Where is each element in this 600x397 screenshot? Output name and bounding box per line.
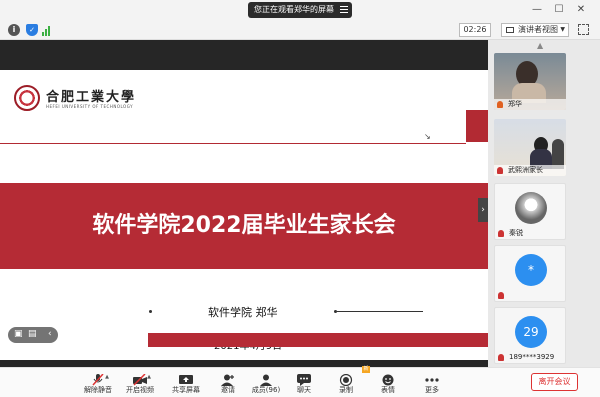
participant-tile[interactable]: * — [494, 245, 566, 302]
participant-tile[interactable]: 29 189****3929 — [494, 307, 566, 364]
university-logo-english: HEFEI UNIVERSITY OF TECHNOLOGY — [46, 104, 134, 109]
decorative-red-tab — [466, 110, 488, 142]
mic-muted-icon — [498, 230, 504, 237]
close-button[interactable]: ✕ — [574, 3, 588, 17]
emoji-icon — [381, 371, 395, 386]
participant-name: 武熙洲家长 — [508, 166, 543, 174]
share-screen-label: 共享屏幕 — [172, 386, 200, 394]
record-button[interactable]: 录制 — [326, 371, 366, 397]
chevron-up-icon[interactable]: ▲ — [147, 374, 151, 380]
participant-tile[interactable]: 武熙洲家长 — [494, 119, 566, 176]
unmute-button[interactable]: ▲ 解除静音 — [78, 371, 118, 397]
presentation-slide: 合肥工業大學 HEFEI UNIVERSITY OF TECHNOLOGY ↘ … — [0, 40, 488, 367]
more-label: 更多 — [425, 386, 439, 394]
chevron-up-icon[interactable]: ▲ — [537, 41, 543, 50]
invite-button[interactable]: 邀请 — [208, 371, 248, 397]
signal-icon[interactable] — [42, 24, 54, 36]
slide-grid-icon[interactable]: ▤ — [28, 329, 37, 339]
mic-icon — [497, 101, 503, 108]
chat-button[interactable]: 聊天 — [284, 371, 324, 397]
decorative-red-bar — [148, 333, 488, 347]
reactions-label: 表情 — [381, 386, 395, 394]
chat-icon — [297, 371, 311, 386]
mic-muted-icon — [498, 292, 504, 299]
avatar: * — [515, 254, 547, 286]
add-user-icon — [221, 371, 235, 386]
reactions-button[interactable]: 表情 — [368, 371, 408, 397]
share-screen-icon — [179, 371, 193, 384]
meeting-toolbar: i ✓ 02:26 演讲者视图 ▼ — [0, 20, 600, 40]
panel-collapse-button[interactable]: › — [478, 198, 488, 222]
minimize-button[interactable]: — — [530, 3, 544, 17]
members-button[interactable]: 成员(96) — [246, 371, 286, 397]
chevron-up-icon[interactable]: ▲ — [105, 374, 109, 380]
screen-share-notice[interactable]: 您正在观看郑华的屏幕 — [248, 2, 352, 18]
menu-icon[interactable] — [340, 6, 348, 14]
invite-label: 邀请 — [221, 386, 235, 394]
mic-muted-icon — [497, 167, 503, 174]
slide-prev-button[interactable]: ‹ — [48, 329, 52, 339]
mic-muted-icon: ▲ — [91, 371, 109, 386]
slide-thumbnail-icon[interactable]: ▣ — [14, 329, 23, 339]
record-icon — [339, 371, 353, 387]
fullscreen-icon[interactable] — [578, 24, 589, 35]
chevron-down-icon: ▼ — [560, 26, 565, 33]
speaker-view-button[interactable]: 演讲者视图 ▼ — [501, 23, 569, 37]
start-video-label: 开启视频 — [126, 386, 154, 394]
title-bar: 您正在观看郑华的屏幕 — ☐ ✕ — [0, 0, 600, 20]
participant-name: 189****3929 — [509, 353, 555, 361]
grid-icon — [506, 27, 514, 33]
participant-name: 秦锐 — [509, 229, 523, 237]
participant-name: 郑华 — [508, 100, 522, 108]
avatar: 29 — [515, 316, 547, 348]
record-label: 录制 — [339, 386, 353, 394]
leave-meeting-button[interactable]: 离开会议 — [531, 373, 578, 391]
start-video-button[interactable]: ▲ 开启视频 — [120, 371, 160, 397]
members-label: 成员(96) — [251, 386, 281, 394]
cursor-icon: ↘ — [424, 132, 431, 141]
mic-muted-icon — [498, 354, 504, 361]
members-icon — [259, 371, 273, 386]
meeting-controls: ▲ 解除静音 ▲ 开启视频 共享屏幕 邀请 成员(96) 聊天 录制 表情 更多 — [0, 367, 600, 397]
info-icon[interactable]: i — [8, 24, 20, 36]
more-icon — [425, 371, 439, 383]
participant-tile[interactable]: 郑华 — [494, 53, 566, 110]
unmute-label: 解除静音 — [84, 386, 112, 394]
divider — [334, 310, 423, 313]
maximize-button[interactable]: ☐ — [552, 3, 566, 17]
speaker-view-label: 演讲者视图 — [518, 25, 558, 34]
university-logo-text: 合肥工業大學 — [46, 90, 137, 105]
bullet-dot — [149, 310, 152, 313]
divider — [0, 143, 466, 144]
slide-presenter: 软件学院 郑华 — [208, 306, 278, 319]
share-screen-button[interactable]: 共享屏幕 — [166, 371, 206, 397]
record-new-badge: 新 — [362, 366, 370, 373]
university-seal-icon — [14, 85, 40, 111]
more-button[interactable]: 更多 — [412, 371, 452, 397]
shield-icon[interactable]: ✓ — [26, 24, 38, 36]
chat-label: 聊天 — [297, 386, 311, 394]
participant-tile[interactable]: 秦锐 — [494, 183, 566, 240]
slide-page-controls[interactable]: ▣ ▤ ‹ — [8, 327, 58, 343]
slide-title: 软件学院2022届毕业生家长会 — [92, 213, 396, 238]
meeting-timer: 02:26 — [459, 23, 491, 37]
camera-off-icon: ▲ — [133, 371, 151, 386]
screen-share-notice-label: 您正在观看郑华的屏幕 — [254, 5, 334, 14]
avatar — [515, 192, 547, 224]
